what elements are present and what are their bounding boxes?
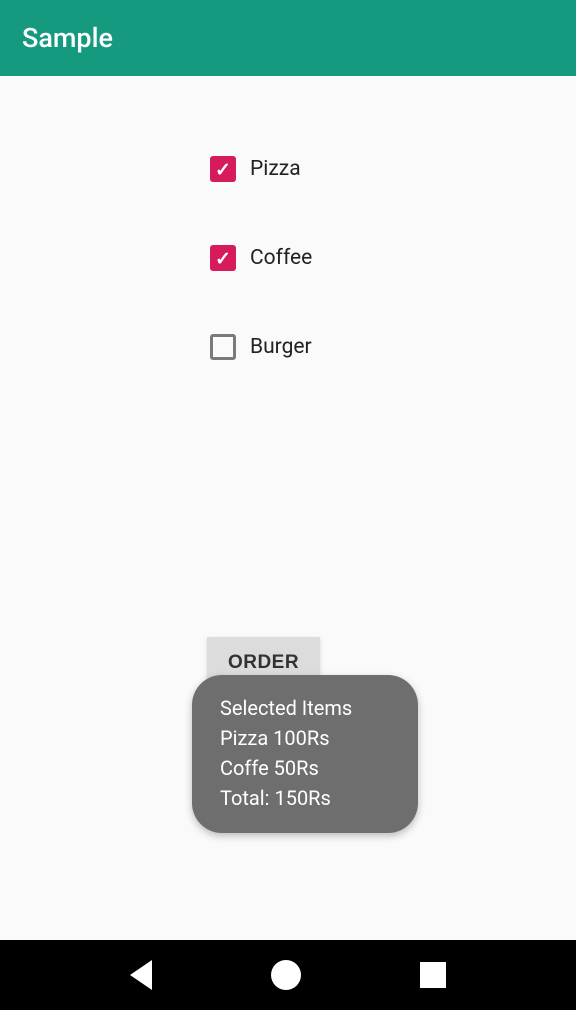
checkbox-coffee[interactable]: ✓ [210,245,236,271]
checkbox-label-pizza: Pizza [250,157,301,181]
toast-line-2: Pizza 100Rs [220,723,394,753]
checkbox-burger[interactable] [210,334,236,360]
toast-line-4: Total: 150Rs [220,783,394,813]
app-title: Sample [22,22,113,54]
toast-message: Selected Items Pizza 100Rs Coffe 50Rs To… [192,675,418,833]
checkmark-icon: ✓ [215,247,231,270]
checkbox-row-pizza[interactable]: ✓ Pizza [210,156,576,182]
checkbox-row-coffee[interactable]: ✓ Coffee [210,245,576,271]
checkbox-row-burger[interactable]: Burger [210,334,576,360]
recent-icon[interactable] [420,962,446,988]
toast-line-3: Coffe 50Rs [220,753,394,783]
toast-line-1: Selected Items [220,693,394,723]
home-icon[interactable] [271,960,301,990]
app-bar: Sample [0,0,576,76]
content-area: ✓ Pizza ✓ Coffee Burger [0,76,576,360]
navigation-bar [0,940,576,1010]
checkmark-icon: ✓ [215,158,231,181]
checkbox-label-burger: Burger [250,335,312,359]
checkbox-pizza[interactable]: ✓ [210,156,236,182]
checkbox-label-coffee: Coffee [250,246,312,270]
back-icon[interactable] [130,960,152,990]
